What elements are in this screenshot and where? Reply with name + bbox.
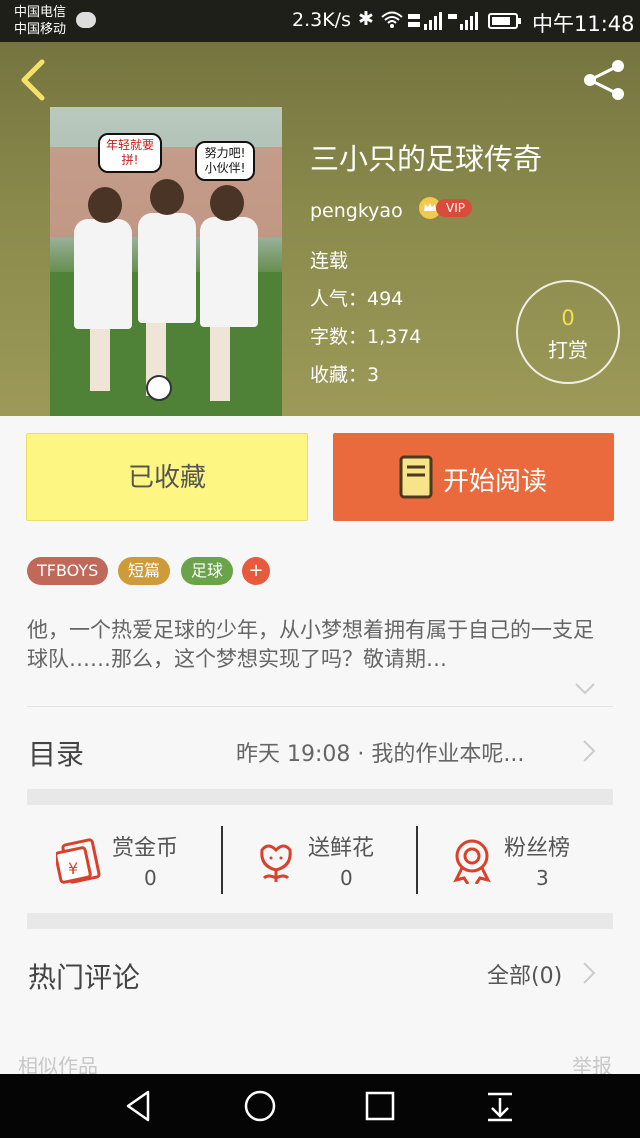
chevron-right-icon[interactable] [582,961,596,985]
nav-notification-icon[interactable] [482,1088,518,1124]
back-icon[interactable] [16,58,50,102]
medal-icon [453,839,491,884]
divider [416,826,418,894]
divider [221,826,223,894]
tip-label: 打赏 [548,338,588,362]
tip-count: 0 [561,306,575,330]
latest-chapter: 昨天 19:08 · 我的作业本呢... [236,742,525,767]
battery-icon [488,13,521,29]
share-icon[interactable] [580,58,628,102]
book-description: 他，一个热爱足球的少年，从小梦想着拥有属于自己的一支足球队……那么，这个梦想实现… [27,618,594,671]
section-separator [27,913,613,929]
wifi-icon [381,11,403,28]
carrier-2: 中国移动 [14,22,67,37]
carrier-1: 中国电信 [14,5,67,20]
book-icon [399,455,433,499]
tip-button[interactable]: 0 打赏 [516,280,620,384]
flower-value: 0 [340,866,353,890]
nav-recent-icon[interactable] [362,1088,398,1124]
flower-stat[interactable]: 送鲜花 0 [252,826,402,896]
tag-short-story[interactable]: 短篇 [118,557,171,585]
tag-football[interactable]: 足球 [181,557,234,585]
clock: 中午11:48 [532,12,635,36]
favorite-count: 收藏：3 [310,364,380,386]
chevron-down-icon[interactable] [574,682,596,696]
carrier-info: 中国电信 中国移动 [14,4,66,38]
flower-label: 送鲜花 [308,836,375,861]
start-reading-button[interactable]: 开始阅读 [333,433,614,521]
all-comments-link[interactable]: 全部(0) [487,958,562,990]
vip-badge: VIP [436,199,472,217]
message-bubble-icon [76,12,96,28]
nav-home-icon[interactable] [242,1088,278,1124]
system-navigation-bar [0,1074,640,1138]
coin-reward-stat[interactable]: ¥ 赏金币 0 [56,826,206,896]
network-speed: 2.3K/s [292,9,351,31]
tag-tfboys[interactable]: TFBOYS [27,557,109,585]
popularity: 人气：494 [310,288,404,310]
word-count: 字数：1,374 [310,326,422,348]
status-bar: 中国电信 中国移动 2.3K/s ✱ 中午11:48 [0,0,640,42]
fan-ranking-stat[interactable]: 粉丝榜 3 [448,826,598,896]
section-separator [27,789,613,805]
favorited-button[interactable]: 已收藏 [26,433,308,521]
book-cover[interactable]: 年轻就要拼! 努力吧!小伙伴! [50,107,282,416]
chevron-right-icon [583,740,596,762]
fan-ranking-value: 3 [536,866,549,890]
serial-status: 连载 [310,250,349,272]
bluetooth-icon: ✱ [358,8,374,30]
start-reading-label: 开始阅读 [443,467,548,497]
red-envelope-icon: ¥ [56,838,101,884]
signal-4g-icon [408,12,442,30]
nav-back-icon[interactable] [122,1088,158,1124]
flower-icon [260,844,292,882]
book-header: 年轻就要拼! 努力吧!小伙伴! 三小只的足球传奇 pengkyao VIP 连载… [0,42,640,416]
cover-speech-bubble: 努力吧!小伙伴! [195,141,255,181]
cover-speech-bubble: 年轻就要拼! [98,133,162,173]
divider [27,706,613,707]
hot-comments-title: 热门评论 [28,961,141,994]
author-name[interactable]: pengkyao [310,200,403,222]
fan-ranking-label: 粉丝榜 [504,836,571,861]
coin-reward-label: 赏金币 [112,836,179,861]
signal-2g-icon [448,12,478,30]
svg-text:¥: ¥ [68,859,78,878]
toc-label: 目录 [28,738,85,771]
book-title: 三小只的足球传奇 [310,142,543,176]
coin-reward-value: 0 [144,866,157,890]
add-tag-button[interactable]: + [242,557,270,585]
